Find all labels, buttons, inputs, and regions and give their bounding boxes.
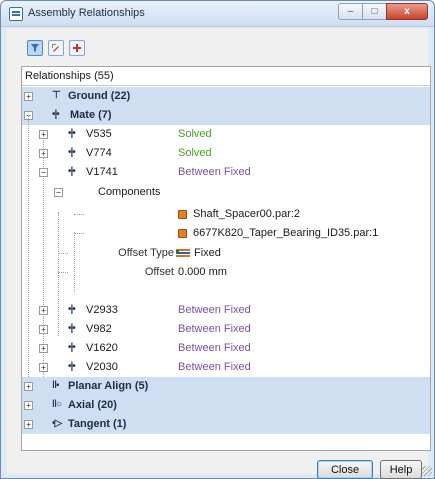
expand-toggle[interactable]: + [39, 130, 48, 139]
window-controls: ‒ □ x [338, 3, 428, 20]
tangent-icon: •▷ [52, 418, 62, 429]
ground-icon: ⊤ [52, 90, 61, 101]
close-button[interactable]: Close [317, 460, 373, 479]
tree-row-v982[interactable]: + •|• V982 Between Fixed [22, 320, 430, 339]
component-name: 6677K820_Taper_Bearing_ID35.par:1 [193, 227, 379, 239]
mate-name: V982 [86, 323, 112, 335]
tree-row-v2030[interactable]: + •|• V2030 Between Fixed [22, 358, 430, 377]
title-bar[interactable]: Assembly Relationships ‒ □ x [1, 1, 434, 27]
mate-icon: •|• [68, 147, 76, 158]
tree-row-axial[interactable]: + ‖○ Axial (20) [22, 396, 430, 415]
mate-name: V2933 [86, 304, 118, 316]
status-label: Between Fixed [178, 361, 251, 373]
property-row-offset-type[interactable]: Offset Type Fixed [22, 244, 430, 263]
tree-row-ground[interactable]: + ⊤ Ground (22) [22, 87, 430, 106]
tree-row-v535[interactable]: + •|• V535 Solved [22, 125, 430, 144]
tree-guide-line [74, 233, 84, 234]
axial-icon: ‖○ [52, 399, 62, 410]
expand-toggle[interactable]: + [39, 149, 48, 158]
expand-toggle[interactable]: + [24, 92, 33, 101]
app-icon [9, 7, 23, 21]
expand-toggle[interactable]: + [39, 325, 48, 334]
mate-icon: •|• [68, 361, 76, 372]
close-window-button[interactable]: x [386, 3, 428, 20]
edit-relationship-button[interactable] [48, 40, 64, 56]
component-item[interactable]: Shaft_Spacer00.par:2 [22, 205, 430, 224]
property-label: Offset Type [118, 247, 174, 259]
components-label: Components [98, 186, 161, 198]
property-value[interactable]: 0.000 mm [178, 266, 227, 278]
assembly-relationships-window: Assembly Relationships ‒ □ x Relationshi… [0, 0, 435, 479]
tree-header: Relationships (55) [22, 67, 430, 86]
toolbar [27, 40, 90, 56]
expand-toggle[interactable]: + [39, 344, 48, 353]
expand-toggle[interactable]: + [24, 382, 33, 391]
relationships-tree[interactable]: Relationships (55) + ⊤ Ground (22) − •|•… [21, 66, 431, 451]
tree-guide-line [58, 253, 68, 254]
group-label: Ground (22) [68, 90, 131, 102]
mate-name: V1741 [86, 166, 118, 178]
mate-name: V2030 [86, 361, 118, 373]
status-label: Solved [178, 147, 212, 159]
tree-row-tangent[interactable]: + •▷ Tangent (1) [22, 415, 430, 434]
mate-name: V1620 [86, 342, 118, 354]
status-label: Between Fixed [178, 323, 251, 335]
property-label: Offset [144, 266, 174, 278]
fixed-offset-icon [176, 249, 190, 257]
group-label: Tangent (1) [68, 418, 127, 430]
status-label: Solved [178, 128, 212, 140]
mate-icon: •|• [68, 128, 76, 139]
status-label: Between Fixed [178, 166, 251, 178]
filter-button[interactable] [27, 40, 43, 56]
part-icon [178, 229, 187, 238]
tree-guide-line [58, 272, 68, 273]
minimize-button[interactable]: ‒ [338, 3, 363, 20]
group-label: Mate (7) [70, 109, 112, 121]
tree-row-mate[interactable]: − •|• Mate (7) [22, 106, 430, 125]
group-label: Planar Align (5) [68, 380, 149, 392]
dialog-body: Relationships (55) + ⊤ Ground (22) − •|•… [7, 28, 431, 479]
mate-icon: •|• [68, 342, 76, 353]
component-item[interactable]: 6677K820_Taper_Bearing_ID35.par:1 [22, 224, 430, 243]
tree-row-v2933[interactable]: + •|• V2933 Between Fixed [22, 301, 430, 320]
mate-icon: •|• [52, 109, 60, 120]
tree-guide-line [74, 214, 84, 215]
mate-name: V774 [86, 147, 112, 159]
mate-icon: •|• [68, 304, 76, 315]
resize-grip[interactable] [422, 466, 432, 476]
maximize-button[interactable]: □ [362, 3, 387, 20]
expand-toggle[interactable]: + [39, 306, 48, 315]
tree-row-planar-align[interactable]: + ‖▪ Planar Align (5) [22, 377, 430, 396]
component-name: Shaft_Spacer00.par:2 [193, 208, 301, 220]
property-row-offset[interactable]: Offset 0.000 mm [22, 263, 430, 282]
add-relationship-button[interactable] [69, 40, 85, 56]
planar-align-icon: ‖▪ [52, 380, 59, 391]
help-button[interactable]: Help [380, 460, 422, 479]
part-icon [178, 210, 187, 219]
group-label: Axial (20) [68, 399, 117, 411]
expand-toggle[interactable]: + [39, 363, 48, 372]
mate-name: V535 [86, 128, 112, 140]
collapse-toggle[interactable]: − [54, 188, 63, 197]
tree-row-components[interactable]: − Components [22, 183, 430, 202]
tree-row-v1620[interactable]: + •|• V1620 Between Fixed [22, 339, 430, 358]
mate-icon: •|• [68, 166, 76, 177]
status-label: Between Fixed [178, 304, 251, 316]
expand-toggle[interactable]: + [24, 420, 33, 429]
window-title: Assembly Relationships [28, 7, 145, 19]
filter-icon [31, 44, 39, 52]
expand-toggle[interactable]: + [24, 401, 33, 410]
add-relationship-icon [73, 44, 81, 52]
tree-row-v774[interactable]: + •|• V774 Solved [22, 144, 430, 163]
status-label: Between Fixed [178, 342, 251, 354]
edit-relationship-icon [52, 44, 59, 52]
relationships-count-label: Relationships (55) [25, 70, 114, 82]
property-value[interactable]: Fixed [194, 247, 221, 259]
mate-icon: •|• [68, 323, 76, 334]
tree-row-v1741[interactable]: − •|• V1741 Between Fixed [22, 163, 430, 182]
collapse-toggle[interactable]: − [39, 168, 48, 177]
